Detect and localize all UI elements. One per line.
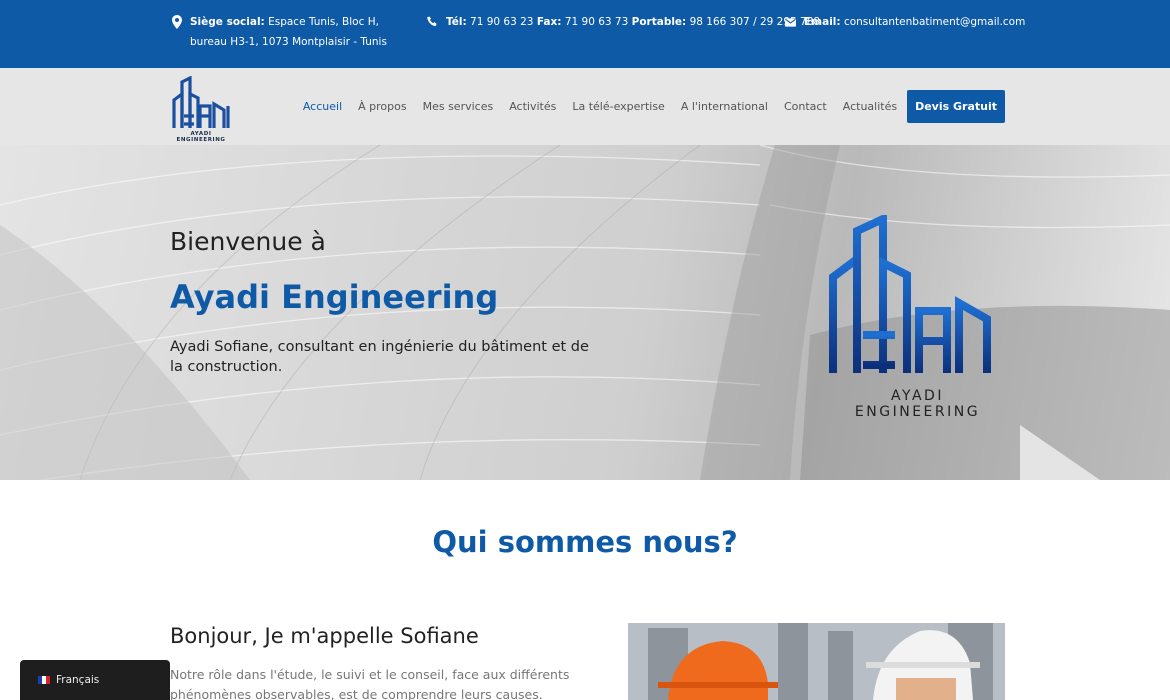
hero-brand-title: Ayadi Engineering: [170, 278, 499, 316]
fax-value: 71 90 63 73: [564, 16, 629, 28]
nav-item-actualites[interactable]: Actualités: [843, 90, 897, 123]
nav-item-a-propos[interactable]: À propos: [358, 90, 406, 123]
language-label: Français: [56, 674, 100, 686]
address-info: Siège social: Espace Tunis, Bloc H, bure…: [172, 12, 417, 52]
main-nav: Accueil À propos Mes services Activités …: [303, 90, 1005, 123]
address-label: Siège social:: [190, 16, 265, 28]
language-switcher[interactable]: Français: [20, 660, 170, 700]
nav-item-activites[interactable]: Activités: [509, 90, 556, 123]
free-quote-button[interactable]: Devis Gratuit: [907, 90, 1005, 123]
intro-paragraph: Notre rôle dans l'étude, le suivi et le …: [170, 667, 570, 700]
engineers-photo-illustration: [628, 623, 1005, 700]
hero-logo-caption: AYADI ENGINEERING: [854, 388, 981, 420]
logo-caption: AYADI ENGINEERING: [176, 131, 226, 143]
site-header: AYADI ENGINEERING Accueil À propos Mes s…: [0, 68, 1170, 145]
location-pin-icon: [172, 15, 182, 29]
hero-logo: AYADI ENGINEERING: [825, 212, 1010, 420]
engineers-photo: [628, 623, 1005, 700]
nav-item-accueil[interactable]: Accueil: [303, 90, 342, 123]
nav-item-tele-expertise[interactable]: La télé-expertise: [572, 90, 664, 123]
logo-mark: [172, 75, 230, 128]
email-value[interactable]: consultantenbatiment@gmail.com: [844, 16, 1025, 28]
phone-info: Tél: 71 90 63 23 Fax: 71 90 63 73 Portab…: [427, 12, 820, 32]
hero-welcome-text: Bienvenue à: [170, 227, 326, 256]
mobile-label: Portable:: [631, 16, 687, 28]
french-flag-icon: [38, 676, 50, 684]
nav-item-mes-services[interactable]: Mes services: [423, 90, 494, 123]
nav-item-international[interactable]: A l'international: [681, 90, 768, 123]
nav-item-contact[interactable]: Contact: [784, 90, 827, 123]
email-label: Email:: [804, 16, 841, 28]
about-section-title: Qui sommes nous?: [432, 525, 738, 559]
site-logo[interactable]: AYADI ENGINEERING: [170, 75, 232, 143]
envelope-icon: [785, 18, 796, 27]
fax-label: Fax:: [536, 16, 562, 28]
hero-logo-mark: [829, 212, 1005, 373]
email-info: Email: consultantenbatiment@gmail.com: [785, 12, 1025, 32]
top-info-bar: Siège social: Espace Tunis, Bloc H, bure…: [0, 0, 1170, 68]
tel-label: Tél:: [446, 16, 467, 28]
hero-tagline: Ayadi Sofiane, consultant en ingénierie …: [170, 339, 589, 375]
intro-heading: Bonjour, Je m'appelle Sofiane: [170, 624, 479, 648]
phone-icon: [427, 16, 437, 27]
tel-value[interactable]: 71 90 63 23: [470, 16, 533, 28]
hero-banner: Bienvenue à Ayadi Engineering Ayadi Sofi…: [0, 145, 1170, 480]
